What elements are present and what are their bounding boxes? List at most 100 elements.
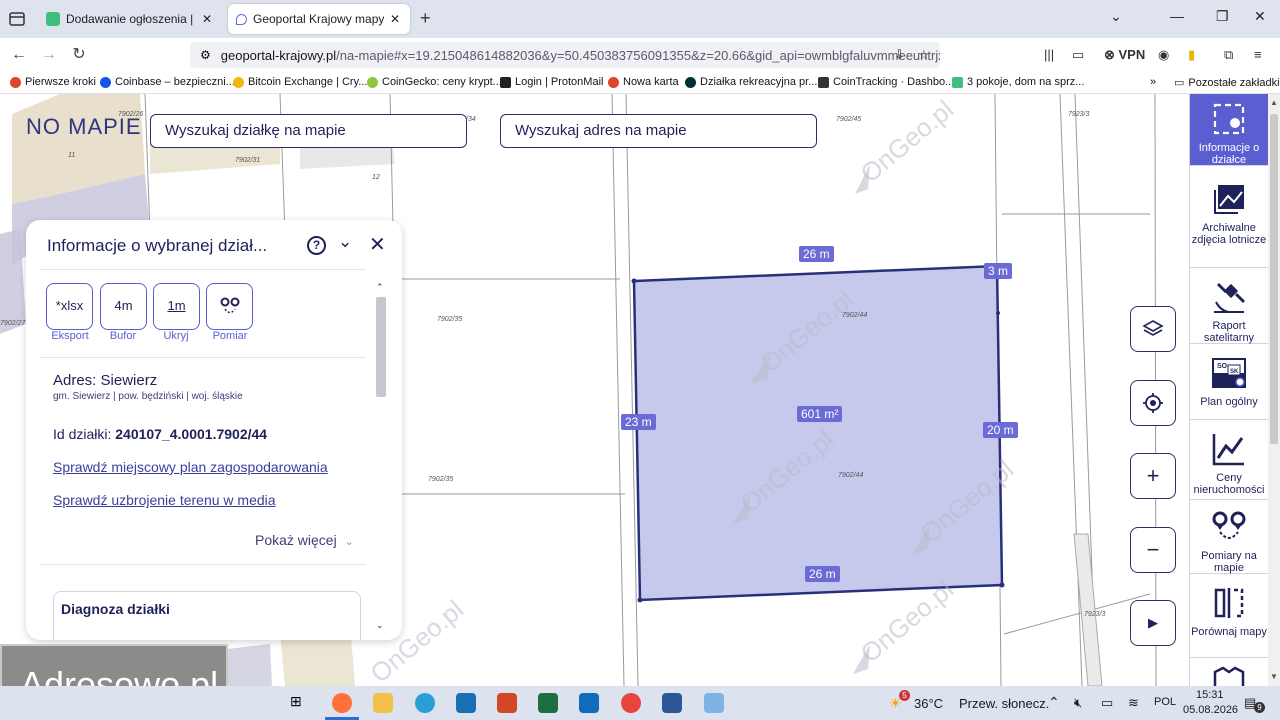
expand-button[interactable]: ▶ <box>1130 600 1176 646</box>
parcel-info-panel: Informacje o wybranej dział... ? ⌄ ✕ *xl… <box>26 220 402 640</box>
parcel-label: 7902/31 <box>235 157 261 164</box>
library-icon[interactable]: ||| <box>1044 47 1054 62</box>
close-tab-icon[interactable]: ✕ <box>200 12 214 26</box>
extensions-icon[interactable]: ⧉ <box>1224 47 1233 63</box>
scrollbar-thumb[interactable] <box>1270 114 1278 444</box>
new-tab-button[interactable]: + <box>420 8 431 29</box>
sidebar-item-general-plan[interactable]: SO SK Plan ogólny <box>1190 348 1268 420</box>
powerpoint-icon[interactable] <box>497 693 517 713</box>
search-parcel-button[interactable]: Wyszukaj działkę na mapie <box>150 114 467 148</box>
sidebar-icon[interactable]: ▭ <box>1072 47 1084 63</box>
buffer-button[interactable]: 4m <box>100 283 147 330</box>
panel-scrollbar[interactable]: ⌃ ⌄ <box>375 282 387 632</box>
bookmark-item[interactable]: Działka rekreacyjna pr... <box>685 76 817 88</box>
sidebar-item-prices[interactable]: Ceny nieruchomości <box>1190 424 1268 500</box>
mic-muted-icon[interactable]: 🔇︎ <box>1074 695 1082 711</box>
store-icon[interactable] <box>456 693 476 713</box>
zoom-out-button[interactable]: − <box>1130 527 1176 573</box>
vpn-button[interactable]: ⊗ VPN <box>1104 47 1145 63</box>
chrome-icon[interactable] <box>621 693 641 713</box>
site-info-icon[interactable]: ⚙ <box>200 48 211 62</box>
chevron-down-icon[interactable]: ⌄ <box>1110 8 1122 25</box>
extension-icon[interactable]: ▮ <box>1188 47 1195 63</box>
bookmark-favicon-icon <box>685 76 696 88</box>
bookmark-item[interactable]: CoinGecko: ceny krypt... <box>367 76 502 88</box>
tool-label: Eksport <box>51 330 89 342</box>
word-icon[interactable] <box>662 693 682 713</box>
bookmark-star-icon[interactable]: ☆ <box>918 47 930 63</box>
layers-button[interactable] <box>1130 306 1176 352</box>
bookmark-item[interactable]: Login | ProtonMail <box>500 76 603 88</box>
account-icon[interactable]: ◉ <box>1158 47 1169 63</box>
bookmark-item[interactable]: Pierwsze kroki <box>10 76 96 88</box>
tray-chevron-icon[interactable]: ⌃ <box>1048 694 1060 711</box>
url-host: geoportal-krajowy.pl <box>220 47 337 63</box>
save-page-icon[interactable]: ⇩ <box>894 47 905 63</box>
sidebar-item-measure[interactable]: Pomiary na mapie <box>1190 502 1268 574</box>
battery-icon[interactable]: ▭ <box>1101 695 1113 711</box>
nav-bar: ← → ↻ ⚙ geoportal-krajowy.pl/na-mapie#x=… <box>0 38 1280 72</box>
locate-button[interactable] <box>1130 380 1176 426</box>
edge-icon[interactable] <box>415 693 435 713</box>
clock-time[interactable]: 15:31 <box>1196 689 1224 701</box>
page-scrollbar[interactable]: ▲ ▼ <box>1268 94 1280 686</box>
bookmark-favicon-icon <box>818 76 829 88</box>
other-bookmarks[interactable]: ▭ Pozostałe zakładki <box>1174 76 1280 90</box>
export-xlsx-button[interactable]: *xlsx <box>46 283 93 330</box>
sidebar-item-aerial-photos[interactable]: Archiwalne zdjęcia lotnicze <box>1190 174 1268 268</box>
address-label: Adres: Siewierz <box>53 372 158 389</box>
svg-text:OnGeo.pl: OnGeo.pl <box>855 94 960 189</box>
weather-temp[interactable]: 36°C <box>914 696 943 711</box>
bookmark-item[interactable]: CoinTracking · Dashbo... <box>818 76 954 88</box>
bookmark-favicon-icon <box>952 76 963 88</box>
weather-desc[interactable]: Przew. słonecz. <box>959 696 1049 711</box>
file-explorer-icon[interactable] <box>373 693 393 713</box>
bookmark-item[interactable]: Nowa karta <box>608 76 679 88</box>
restore-button[interactable]: ❐ <box>1216 8 1229 25</box>
reload-button[interactable]: ↻ <box>68 44 90 66</box>
tab-otodom[interactable]: Dodawanie ogłoszenia | Otodom ✕ <box>38 4 222 34</box>
sidebar-item-compare[interactable]: Porównaj mapy <box>1190 578 1268 658</box>
local-plan-link[interactable]: Sprawdź miejscowy plan zagospodarowania <box>53 459 328 475</box>
tab-geoportal[interactable]: Geoportal Krajowy mapy i informacje ✕ <box>228 4 410 34</box>
scroll-down-icon[interactable]: ⌄ <box>376 620 384 631</box>
sidebar-item-satellite[interactable]: Raport satelitarny <box>1190 272 1268 344</box>
paint-icon[interactable] <box>704 693 724 713</box>
minimize-button[interactable]: — <box>1170 8 1184 24</box>
zoom-in-button[interactable]: + <box>1130 453 1176 499</box>
outlook-icon[interactable] <box>579 693 599 713</box>
utilities-link[interactable]: Sprawdź uzbrojenie terenu w media <box>53 492 276 508</box>
scroll-up-icon[interactable]: ⌃ <box>376 282 384 293</box>
close-window-button[interactable]: ✕ <box>1254 8 1266 25</box>
show-more-button[interactable]: Pokaż więcej ⌄ <box>255 532 354 548</box>
svg-text:SO: SO <box>1217 363 1228 370</box>
sidebar-item-more[interactable] <box>1190 660 1268 686</box>
firefox-icon[interactable] <box>332 693 352 713</box>
parcel-label: 7902/35 <box>437 316 463 323</box>
task-view-icon[interactable]: ⊞ <box>290 693 310 713</box>
sidebar-item-parcel-info[interactable]: Informacje o działce <box>1190 94 1268 166</box>
back-button[interactable]: ← <box>8 44 30 66</box>
excel-icon[interactable] <box>538 693 558 713</box>
menu-icon[interactable]: ≡ <box>1254 47 1262 62</box>
clock-date[interactable]: 05.08.2026 <box>1183 704 1238 716</box>
measure-button[interactable] <box>206 283 253 330</box>
close-panel-button[interactable]: ✕ <box>369 232 386 257</box>
help-icon[interactable]: ? <box>307 236 326 255</box>
language-indicator[interactable]: POL <box>1154 696 1176 708</box>
close-tab-icon[interactable]: ✕ <box>388 12 402 26</box>
bookmark-item[interactable]: Coinbase – bezpieczni... <box>100 76 235 88</box>
wifi-icon[interactable]: ≋ <box>1128 695 1139 711</box>
bookmark-item[interactable]: 3 pokoje, dom na sprz... <box>952 76 1084 88</box>
hide-button[interactable]: 1m <box>153 283 200 330</box>
diagnosis-card[interactable]: Diagnoza działki <box>53 591 361 640</box>
bookmark-item[interactable]: Bitcoin Exchange | Cry... <box>233 76 367 88</box>
tab-list-icon[interactable] <box>6 8 28 30</box>
bookmark-label: CoinTracking · Dashbo... <box>833 76 955 88</box>
bookmarks-overflow-icon[interactable]: » <box>1150 76 1156 88</box>
search-address-button[interactable]: Wyszukaj adres na mapie <box>500 114 817 148</box>
url-bar[interactable]: ⚙ geoportal-krajowy.pl/na-mapie#x=19.215… <box>190 42 940 68</box>
collapse-chevron-icon[interactable]: ⌄ <box>338 232 352 252</box>
forward-button[interactable]: → <box>38 44 60 66</box>
panel-scrollbar-thumb[interactable] <box>376 297 386 397</box>
